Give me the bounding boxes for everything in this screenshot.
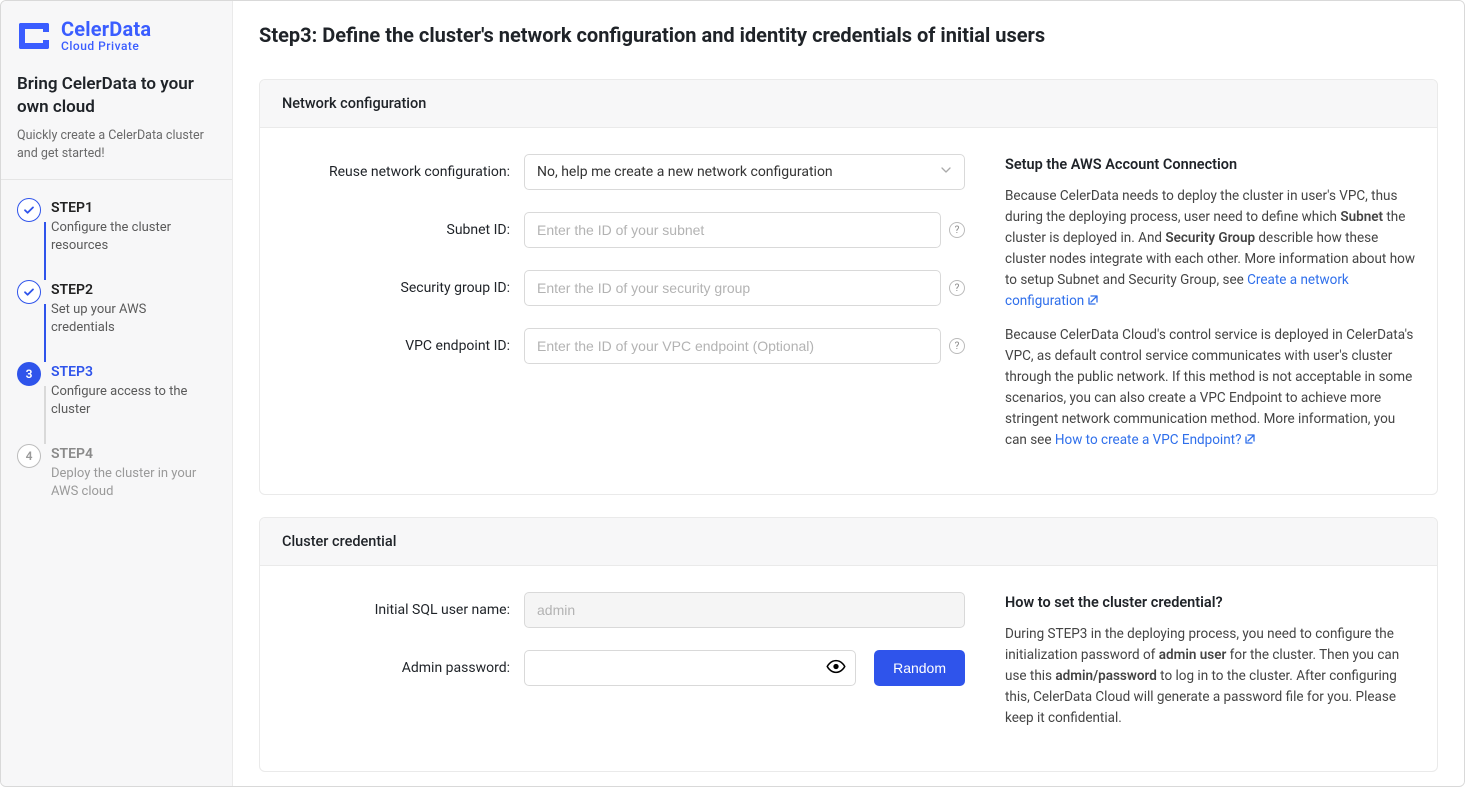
random-password-button[interactable]: Random <box>874 650 965 686</box>
step-3[interactable]: 3 STEP3 Configure access to the cluster <box>17 362 222 444</box>
main-content: Step3: Define the cluster's network conf… <box>233 1 1464 786</box>
brand-name: CelerData <box>61 19 151 40</box>
celerdata-logo-icon <box>17 19 51 53</box>
credential-info-panel: How to set the cluster credential? Durin… <box>1005 592 1415 741</box>
vpc-endpoint-input[interactable] <box>524 328 941 364</box>
eye-icon <box>826 656 846 679</box>
external-link-icon <box>1244 431 1256 452</box>
credential-form: Initial SQL user name: Admin password: <box>264 592 965 741</box>
step-title: STEP1 <box>51 200 211 216</box>
reuse-network-select[interactable]: No, help me create a new network configu… <box>524 154 965 190</box>
security-group-input[interactable] <box>524 270 941 306</box>
reuse-network-label: Reuse network configuration: <box>264 164 524 180</box>
card-header: Network configuration <box>260 80 1437 128</box>
help-icon[interactable]: ? <box>949 338 965 354</box>
vpc-endpoint-label: VPC endpoint ID: <box>264 338 524 354</box>
subnet-id-input[interactable] <box>524 212 941 248</box>
info-title: Setup the AWS Account Connection <box>1005 154 1415 176</box>
card-header: Cluster credential <box>260 518 1437 566</box>
network-form: Reuse network configuration: No, help me… <box>264 154 965 464</box>
check-icon <box>17 280 41 304</box>
step-subtitle: Deploy the cluster in your AWS cloud <box>51 465 211 500</box>
sidebar: CelerData Cloud Private Bring CelerData … <box>1 1 233 786</box>
step-title: STEP2 <box>51 282 211 298</box>
step-2[interactable]: STEP2 Set up your AWS credentials <box>17 280 222 362</box>
security-group-label: Security group ID: <box>264 280 524 296</box>
help-icon[interactable]: ? <box>949 280 965 296</box>
brand-subtitle: Cloud Private <box>61 40 151 53</box>
help-icon[interactable]: ? <box>949 222 965 238</box>
brand-logo: CelerData Cloud Private <box>1 1 232 63</box>
select-value: No, help me create a new network configu… <box>537 164 833 180</box>
step-subtitle: Configure the cluster resources <box>51 219 211 254</box>
info-title: How to set the cluster credential? <box>1005 592 1415 614</box>
step-subtitle: Configure access to the cluster <box>51 383 211 418</box>
network-config-card: Network configuration Reuse network conf… <box>259 79 1438 495</box>
page-title: Step3: Define the cluster's network conf… <box>259 23 1438 47</box>
sidebar-desc: Quickly create a CelerData cluster and g… <box>1 123 232 179</box>
sidebar-divider <box>1 179 232 180</box>
network-info-panel: Setup the AWS Account Connection Because… <box>1005 154 1415 464</box>
admin-password-input[interactable] <box>524 650 856 686</box>
step-subtitle: Set up your AWS credentials <box>51 301 211 336</box>
initial-user-label: Initial SQL user name: <box>264 602 524 618</box>
step-title: STEP4 <box>51 446 211 462</box>
step-number-icon: 4 <box>17 444 41 468</box>
step-title: STEP3 <box>51 364 211 380</box>
external-link-icon <box>1087 292 1099 313</box>
cluster-credential-card: Cluster credential Initial SQL user name… <box>259 517 1438 772</box>
initial-user-input <box>524 592 965 628</box>
subnet-id-label: Subnet ID: <box>264 222 524 238</box>
step-4[interactable]: 4 STEP4 Deploy the cluster in your AWS c… <box>17 444 222 500</box>
vpc-endpoint-link[interactable]: How to create a VPC Endpoint? <box>1055 432 1257 448</box>
app-frame: CelerData Cloud Private Bring CelerData … <box>0 0 1465 787</box>
step-1[interactable]: STEP1 Configure the cluster resources <box>17 198 222 280</box>
wizard-steps: STEP1 Configure the cluster resources ST… <box>1 198 232 500</box>
toggle-password-visibility[interactable] <box>824 654 848 681</box>
sidebar-heading: Bring CelerData to your own cloud <box>1 63 232 123</box>
chevron-down-icon <box>940 164 952 180</box>
check-icon <box>17 198 41 222</box>
step-number-icon: 3 <box>17 362 41 386</box>
admin-password-label: Admin password: <box>264 660 524 676</box>
